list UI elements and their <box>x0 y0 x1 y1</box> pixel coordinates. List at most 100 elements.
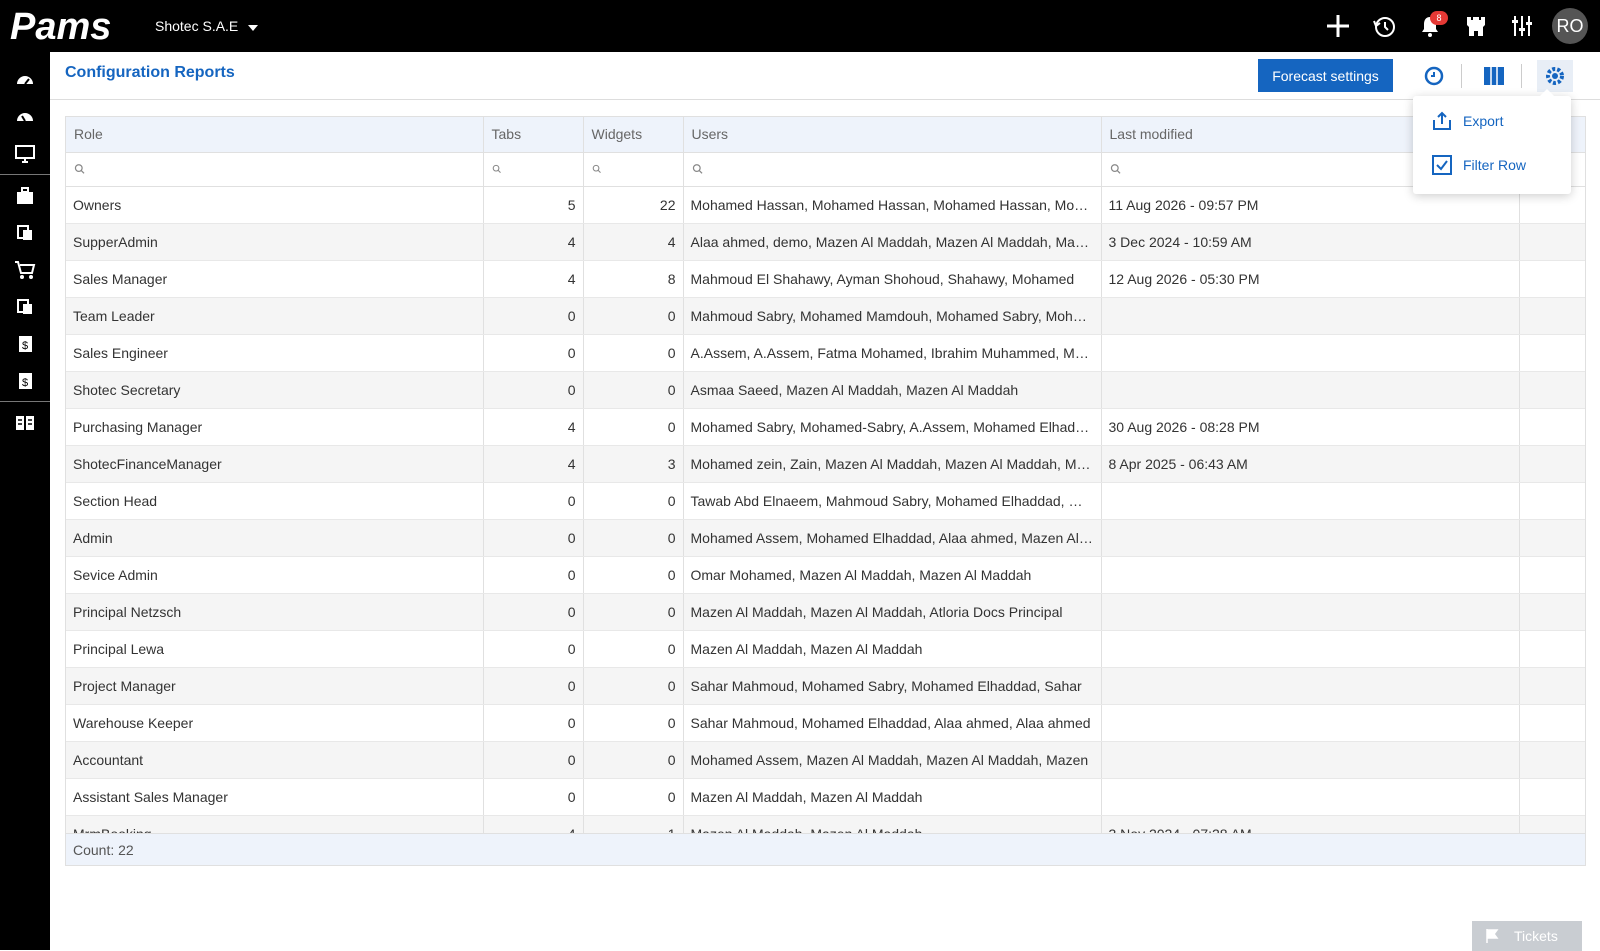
table-row[interactable]: Shotec Secretary 0 0 Asmaa Saeed, Mazen Al … <box>66 371 1585 409</box>
pams-logo[interactable]: Pams <box>10 6 130 46</box>
bell-icon[interactable]: 8 <box>1414 10 1448 42</box>
last-modified-cell <box>1101 667 1520 705</box>
refresh-icon[interactable] <box>1418 60 1450 92</box>
role-cell: Shotec Secretary <box>66 371 484 409</box>
users-cell: A.Assem, A.Assem, Fatma Mohamed, Ibrahim… <box>683 334 1102 372</box>
history-icon[interactable] <box>1368 10 1400 42</box>
role-cell: Project Manager <box>66 667 484 705</box>
invoice-icon[interactable]: $ <box>0 325 50 362</box>
table-row[interactable]: Admin 0 0 Mohamed Assem, Mohamed Elhaddad, … <box>66 519 1585 557</box>
users-cell: Mohamed Assem, Mazen Al Maddah, Mazen Al… <box>683 741 1102 779</box>
table-row[interactable]: Purchasing Manager 4 0 Mohamed Sabry, Moham… <box>66 408 1585 446</box>
role-cell: Principal Lewa <box>66 630 484 668</box>
widgets-cell: 22 <box>583 186 684 224</box>
tabs-cell: 0 <box>483 371 584 409</box>
role-cell: Accountant <box>66 741 484 779</box>
table-row[interactable]: Sevice Admin 0 0 Omar Mohamed, Mazen Al Mad… <box>66 556 1585 594</box>
table-row[interactable]: Sales Engineer 0 0 A.Assem, A.Assem, Fatma … <box>66 334 1585 372</box>
tabs-cell: 0 <box>483 778 584 816</box>
header-divider <box>1521 64 1522 88</box>
tabs-cell: 0 <box>483 630 584 668</box>
invoice-alt-icon[interactable]: $ <box>0 362 50 399</box>
table-row[interactable]: ShotecFinanceManager 4 3 Mohamed zein, Zain… <box>66 445 1585 483</box>
last-modified-cell <box>1101 297 1520 335</box>
cart-icon[interactable] <box>0 251 50 288</box>
extra-cell <box>1519 519 1585 557</box>
tabs-cell: 0 <box>483 482 584 520</box>
table-row[interactable]: Sales Manager 4 8 Mahmoud El Shahawy, Ayman… <box>66 260 1585 298</box>
widgets-cell: 0 <box>583 482 684 520</box>
extra-cell <box>1519 704 1585 742</box>
checkbox-checked-icon <box>1432 155 1452 175</box>
castle-icon[interactable] <box>1460 10 1492 42</box>
widgets-cell: 0 <box>583 667 684 705</box>
dashboard-alt-icon[interactable] <box>0 98 50 135</box>
table-row[interactable]: Principal Lewa 0 0 Mazen Al Maddah, Mazen A… <box>66 630 1585 668</box>
page-header: Configuration Reports Forecast settings <box>50 52 1600 100</box>
widgets-cell: 0 <box>583 593 684 631</box>
column-header-role[interactable]: Role <box>66 117 484 153</box>
last-modified-cell <box>1101 371 1520 409</box>
users-cell: Sahar Mahmoud, Mohamed Elhaddad, Alaa ah… <box>683 704 1102 742</box>
table-row[interactable]: Project Manager 0 0 Sahar Mahmoud, Mohamed … <box>66 667 1585 705</box>
tabs-cell: 0 <box>483 667 584 705</box>
filter-row <box>66 152 1585 187</box>
column-header-users[interactable]: Users <box>683 117 1102 153</box>
last-modified-cell <box>1101 704 1520 742</box>
role-cell: Sales Engineer <box>66 334 484 372</box>
search-icon <box>492 164 501 174</box>
tabs-cell: 4 <box>483 445 584 483</box>
role-filter-input[interactable] <box>91 161 475 177</box>
table-row[interactable]: SupperAdmin 4 4 Alaa ahmed, demo, Mazen Al … <box>66 223 1585 261</box>
briefcase-icon[interactable] <box>0 177 50 214</box>
table-row[interactable]: Warehouse Keeper 0 0 Sahar Mahmoud, Mohamed… <box>66 704 1585 742</box>
column-header-widgets[interactable]: Widgets <box>583 117 684 153</box>
documents-alt-icon[interactable] <box>0 288 50 325</box>
column-header-tabs[interactable]: Tabs <box>483 117 584 153</box>
widgets-cell: 0 <box>583 519 684 557</box>
table-row[interactable]: Owners 5 22 Mohamed Hassan, Mohamed Hassan,… <box>66 186 1585 224</box>
extra-cell <box>1519 630 1585 668</box>
monitor-icon[interactable] <box>0 135 50 172</box>
tabs-filter-input[interactable] <box>507 161 575 177</box>
table-row[interactable]: Accountant 0 0 Mohamed Assem, Mazen Al Madd… <box>66 741 1585 779</box>
widgets-filter-input[interactable] <box>607 161 675 177</box>
users-cell: Omar Mohamed, Mazen Al Maddah, Mazen Al … <box>683 556 1102 594</box>
svg-text:Pams: Pams <box>10 6 111 46</box>
avatar[interactable]: RO <box>1552 8 1588 44</box>
users-cell: Mohamed zein, Zain, Mazen Al Maddah, Maz… <box>683 445 1102 483</box>
filter-row-menu-item[interactable]: Filter Row <box>1431 154 1526 176</box>
last-modified-cell: 8 Apr 2025 - 06:43 AM <box>1101 445 1520 483</box>
tickets-button[interactable]: Tickets <box>1472 921 1582 951</box>
table-row[interactable]: Team Leader 0 0 Mahmoud Sabry, Mohamed Mamd… <box>66 297 1585 335</box>
last-modified-cell <box>1101 778 1520 816</box>
sliders-icon[interactable] <box>1506 10 1538 42</box>
table-row[interactable]: Assistant Sales Manager 0 0 Mazen Al Maddah… <box>66 778 1585 816</box>
dashboard-icon[interactable] <box>0 61 50 98</box>
tickets-label: Tickets <box>1514 928 1558 944</box>
export-menu-item[interactable]: Export <box>1431 110 1503 132</box>
extra-cell <box>1519 667 1585 705</box>
reports-icon[interactable] <box>0 404 50 441</box>
users-filter-input[interactable] <box>708 161 1093 177</box>
tabs-cell: 0 <box>483 334 584 372</box>
columns-icon[interactable] <box>1478 60 1510 92</box>
row-count: Count: 22 <box>73 842 134 858</box>
extra-cell <box>1519 223 1585 261</box>
search-icon <box>692 164 702 174</box>
table-row[interactable]: Principal Netzsch 0 0 Mazen Al Maddah, Maze… <box>66 593 1585 631</box>
widgets-cell: 0 <box>583 334 684 372</box>
company-selector[interactable]: Shotec S.A.E <box>155 18 259 34</box>
documents-icon[interactable] <box>0 214 50 251</box>
gear-icon[interactable] <box>1537 60 1573 92</box>
flag-icon <box>1486 929 1499 943</box>
role-cell: Owners <box>66 186 484 224</box>
table-row[interactable]: Section Head 0 0 Tawab Abd Elnaeem, Mahmoud… <box>66 482 1585 520</box>
tabs-cell: 4 <box>483 223 584 261</box>
forecast-settings-button[interactable]: Forecast settings <box>1258 59 1393 92</box>
role-cell: Assistant Sales Manager <box>66 778 484 816</box>
sidebar: $ $ <box>0 52 50 950</box>
users-cell: Alaa ahmed, demo, Mazen Al Maddah, Mazen… <box>683 223 1102 261</box>
extra-cell <box>1519 408 1585 446</box>
add-icon[interactable] <box>1322 10 1354 42</box>
